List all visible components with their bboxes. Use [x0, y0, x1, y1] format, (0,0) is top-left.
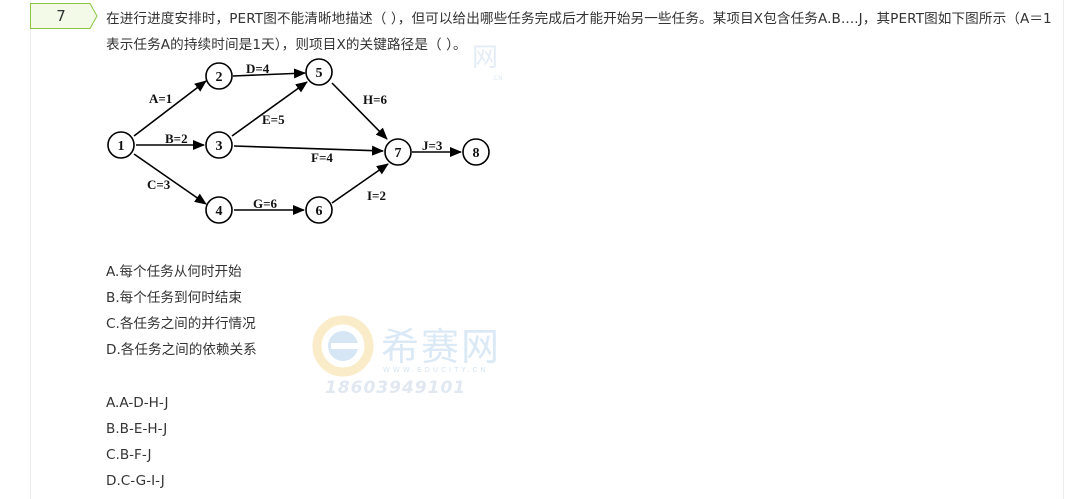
node-label: 2	[216, 70, 223, 85]
option-item[interactable]: C.各任务之间的并行情况	[106, 311, 257, 337]
option-item[interactable]: A.每个任务从何时开始	[106, 259, 257, 285]
edge-label: G=6	[253, 196, 278, 211]
node-label: 7	[395, 146, 402, 161]
node-label: 4	[216, 204, 223, 219]
edge-label: J=3	[422, 138, 443, 153]
option-item[interactable]: B.每个任务到何时结束	[106, 285, 257, 311]
option-item[interactable]: C.B-F-J	[106, 442, 169, 468]
pert-diagram: A=1 B=2 C=3 D=4 E=5 F=4 G=6 H=6 I=2 J=3 …	[107, 58, 490, 224]
node-label: 8	[473, 146, 480, 161]
options-group-2: A.A-D-H-J B.B-E-H-J C.B-F-J D.C-G-I-J	[106, 390, 169, 494]
edge-label: B=2	[165, 131, 188, 146]
question-stem: 在进行进度安排时，PERT图不能清晰地描述（ ），但可以给出哪些任务完成后才能开…	[106, 11, 1052, 53]
edge-label: A=1	[149, 91, 172, 106]
node-label: 3	[216, 139, 223, 154]
option-item[interactable]: D.各任务之间的依赖关系	[106, 337, 257, 363]
option-item[interactable]: D.C-G-I-J	[106, 468, 169, 494]
edge-e	[231, 81, 308, 137]
edge-f	[233, 145, 384, 156]
options-group-1: A.每个任务从何时开始 B.每个任务到何时结束 C.各任务之间的并行情况 D.各…	[106, 259, 257, 363]
edge-label: C=3	[147, 177, 171, 192]
edge-a	[133, 80, 207, 137]
edge-label: H=6	[363, 92, 388, 107]
edge-label: I=2	[367, 188, 386, 203]
node-label: 6	[316, 204, 323, 219]
question-number-tag: 7	[30, 3, 98, 29]
edge-label: D=4	[246, 61, 270, 76]
edge-labels: A=1 B=2 C=3 D=4 E=5 F=4 G=6 H=6 I=2 J=3	[147, 61, 443, 211]
edge-label: E=5	[262, 112, 285, 127]
question-number: 7	[56, 7, 66, 25]
edge-label: F=4	[311, 150, 333, 165]
node-label: 1	[118, 139, 125, 154]
option-item[interactable]: A.A-D-H-J	[106, 390, 169, 416]
option-item[interactable]: B.B-E-H-J	[106, 416, 169, 442]
node-label: 5	[316, 66, 323, 81]
